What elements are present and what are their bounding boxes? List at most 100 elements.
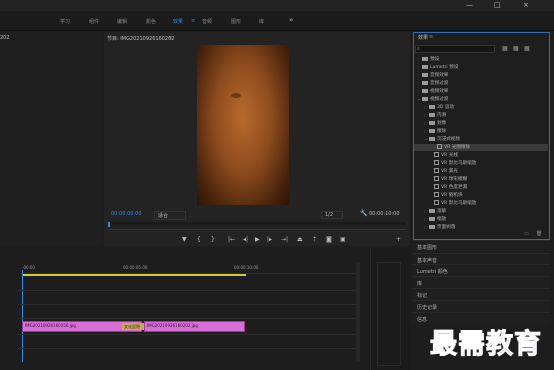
effects-folder-dissolve[interactable]: › 溶解 xyxy=(424,208,446,215)
timeline-clip[interactable]: IMG20210926160202.jpg xyxy=(144,321,245,332)
workspace-tab-color[interactable]: 颜色 xyxy=(146,18,156,25)
workspace-tab-audio[interactable]: 音频 xyxy=(202,18,212,25)
effects-folder-immersive-video[interactable]: ⌄ 沉浸式视频 xyxy=(424,136,460,143)
add-button-icon[interactable]: + xyxy=(396,236,401,243)
effects-folder-video-effects[interactable]: › 视频效果 xyxy=(417,88,448,95)
folder-icon xyxy=(422,80,428,85)
wrench-icon[interactable]: 🔧 xyxy=(360,210,367,217)
track-divider xyxy=(18,318,358,319)
audio-meter xyxy=(370,248,410,370)
more-workspaces-icon[interactable]: » xyxy=(289,16,293,24)
mark-in-icon[interactable]: { xyxy=(197,236,201,243)
effects-folder-lumetri[interactable]: › Lumetri 预设 xyxy=(417,64,458,71)
playhead-marker[interactable] xyxy=(108,222,110,227)
accelerated-effects-icon[interactable]: ▦ xyxy=(502,45,508,52)
track-divider xyxy=(18,304,358,305)
yuv-effects-icon[interactable]: ▦ xyxy=(524,45,530,52)
folder-icon xyxy=(429,112,435,117)
effects-folder-3d-motion[interactable]: › 3D 运动 xyxy=(424,104,454,111)
export-frame-icon[interactable]: ◙ xyxy=(326,236,332,243)
transition-effect-icon xyxy=(434,152,439,157)
go-to-out-icon[interactable]: →| xyxy=(281,236,288,243)
effects-panel-title[interactable]: 效果 xyxy=(418,34,428,41)
folder-icon xyxy=(429,216,435,221)
effects-item-vr-iris-wipe[interactable]: VR 光圈擦除 xyxy=(414,144,548,151)
program-monitor-title[interactable]: 节目: IMG20210926160202 xyxy=(107,35,174,42)
source-panel: 202 xyxy=(0,32,101,246)
compare-icon[interactable]: ▣ xyxy=(340,236,346,243)
transition-effect-icon xyxy=(434,184,439,189)
timeline-scrollbar[interactable] xyxy=(356,262,360,362)
effects-folder-slide[interactable]: › 内滑 xyxy=(424,112,446,119)
panel-essential-graphics[interactable]: 基本图形 xyxy=(413,240,550,252)
workspace-tab-assembly[interactable]: 组件 xyxy=(89,18,99,25)
extract-icon[interactable]: ⇡ xyxy=(312,236,317,243)
effects-item[interactable]: VR 默比乌斯缩放 xyxy=(434,200,476,207)
panel-libraries[interactable]: 库 xyxy=(413,276,550,288)
title-bar: — □ × xyxy=(0,0,554,11)
32bit-effects-icon[interactable]: ▦ xyxy=(513,45,519,52)
scrubber-bar xyxy=(108,229,406,230)
mark-out-icon[interactable]: } xyxy=(211,236,215,243)
effects-search-input[interactable]: ⌕ xyxy=(415,45,495,53)
folder-icon xyxy=(429,120,435,125)
folder-icon xyxy=(429,208,435,213)
play-icon[interactable]: ▶ xyxy=(255,236,260,243)
effects-item[interactable]: VR 漏光 xyxy=(434,168,458,175)
minimize-button[interactable]: — xyxy=(466,1,473,9)
folder-icon xyxy=(429,224,435,229)
effects-item[interactable]: VR 色度泄漏 xyxy=(434,184,467,191)
timeline-ruler[interactable]: -00:00 00:00:05:00 00:00:10:00 xyxy=(20,262,360,274)
transition-effect-icon xyxy=(434,176,439,181)
close-button[interactable]: × xyxy=(523,1,529,9)
workspace-menu-icon[interactable]: ≡ xyxy=(191,18,195,24)
panel-markers[interactable]: 标记 xyxy=(413,288,550,300)
effects-item[interactable]: VR 球形模糊 xyxy=(434,176,467,183)
marker-icon[interactable]: ▼ xyxy=(182,236,187,243)
timeline-transition[interactable]: 叉化显隐 xyxy=(122,323,144,330)
step-back-icon[interactable]: ◂| xyxy=(243,236,248,243)
current-timecode[interactable]: 00:00:00:00 xyxy=(111,211,142,217)
effects-folder-audio-transitions[interactable]: › 音频过渡 xyxy=(417,80,448,87)
go-to-in-icon[interactable]: |← xyxy=(228,236,235,243)
workspace-tab-editing[interactable]: 编辑 xyxy=(117,18,127,25)
effects-menu-icon[interactable]: ≡ xyxy=(429,34,433,40)
effects-folder-video-transitions[interactable]: ⌄ 视频过渡 xyxy=(417,96,448,103)
lift-icon[interactable]: ⏏ xyxy=(297,236,303,243)
maximize-button[interactable]: □ xyxy=(494,1,501,9)
effects-item[interactable]: VR 默比乌斯缩放 xyxy=(434,160,476,167)
folder-icon xyxy=(422,72,428,77)
ruler-tick-label: 00:00:05:00 xyxy=(123,265,148,270)
folder-icon xyxy=(429,128,435,133)
effects-folder-audio-effects[interactable]: › 音频效果 xyxy=(417,72,448,79)
effects-folder-zoom[interactable]: › 缩放 xyxy=(424,216,446,223)
resolution-dropdown[interactable]: 1/2 xyxy=(321,211,343,219)
effects-item[interactable]: VR 随机块 xyxy=(434,192,463,199)
track-divider xyxy=(18,334,358,335)
effects-folder-presets[interactable]: › 预设 xyxy=(417,56,439,63)
workspace-tab-graphics[interactable]: 图形 xyxy=(231,18,241,25)
fit-dropdown[interactable]: 适合 xyxy=(154,211,186,220)
program-scrubber[interactable] xyxy=(108,222,406,227)
program-video-frame[interactable] xyxy=(197,45,289,205)
effects-folder-page-peel[interactable]: › 页面剥落 xyxy=(424,224,455,231)
panel-history[interactable]: 历史记录 xyxy=(413,300,550,312)
step-forward-icon[interactable]: |▸ xyxy=(267,236,272,243)
effects-folder-iris[interactable]: › 划像 xyxy=(424,120,446,127)
effects-folder-wipe[interactable]: › 擦除 xyxy=(424,128,446,135)
delete-icon[interactable]: 🗑 xyxy=(536,231,542,237)
folder-icon xyxy=(422,64,428,69)
panel-lumetri-color[interactable]: Lumetri 颜色 xyxy=(413,264,550,276)
folder-icon xyxy=(429,104,435,109)
folder-icon xyxy=(422,96,428,101)
new-bin-icon[interactable]: ▭ xyxy=(524,231,529,237)
workspace-tab-learning[interactable]: 学习 xyxy=(60,18,70,25)
work-area-bar[interactable] xyxy=(22,274,246,276)
transition-effect-icon xyxy=(437,144,442,149)
workspace-tab-effects[interactable]: 效果 xyxy=(173,18,183,25)
effects-item[interactable]: VR 光线 xyxy=(434,152,458,159)
ruler-tick-label: -00:00 xyxy=(22,265,35,270)
workspace-tab-libraries[interactable]: 库 xyxy=(259,18,264,25)
panel-menu-icon[interactable]: ≡ xyxy=(168,35,172,41)
transition-effect-icon xyxy=(434,160,439,165)
